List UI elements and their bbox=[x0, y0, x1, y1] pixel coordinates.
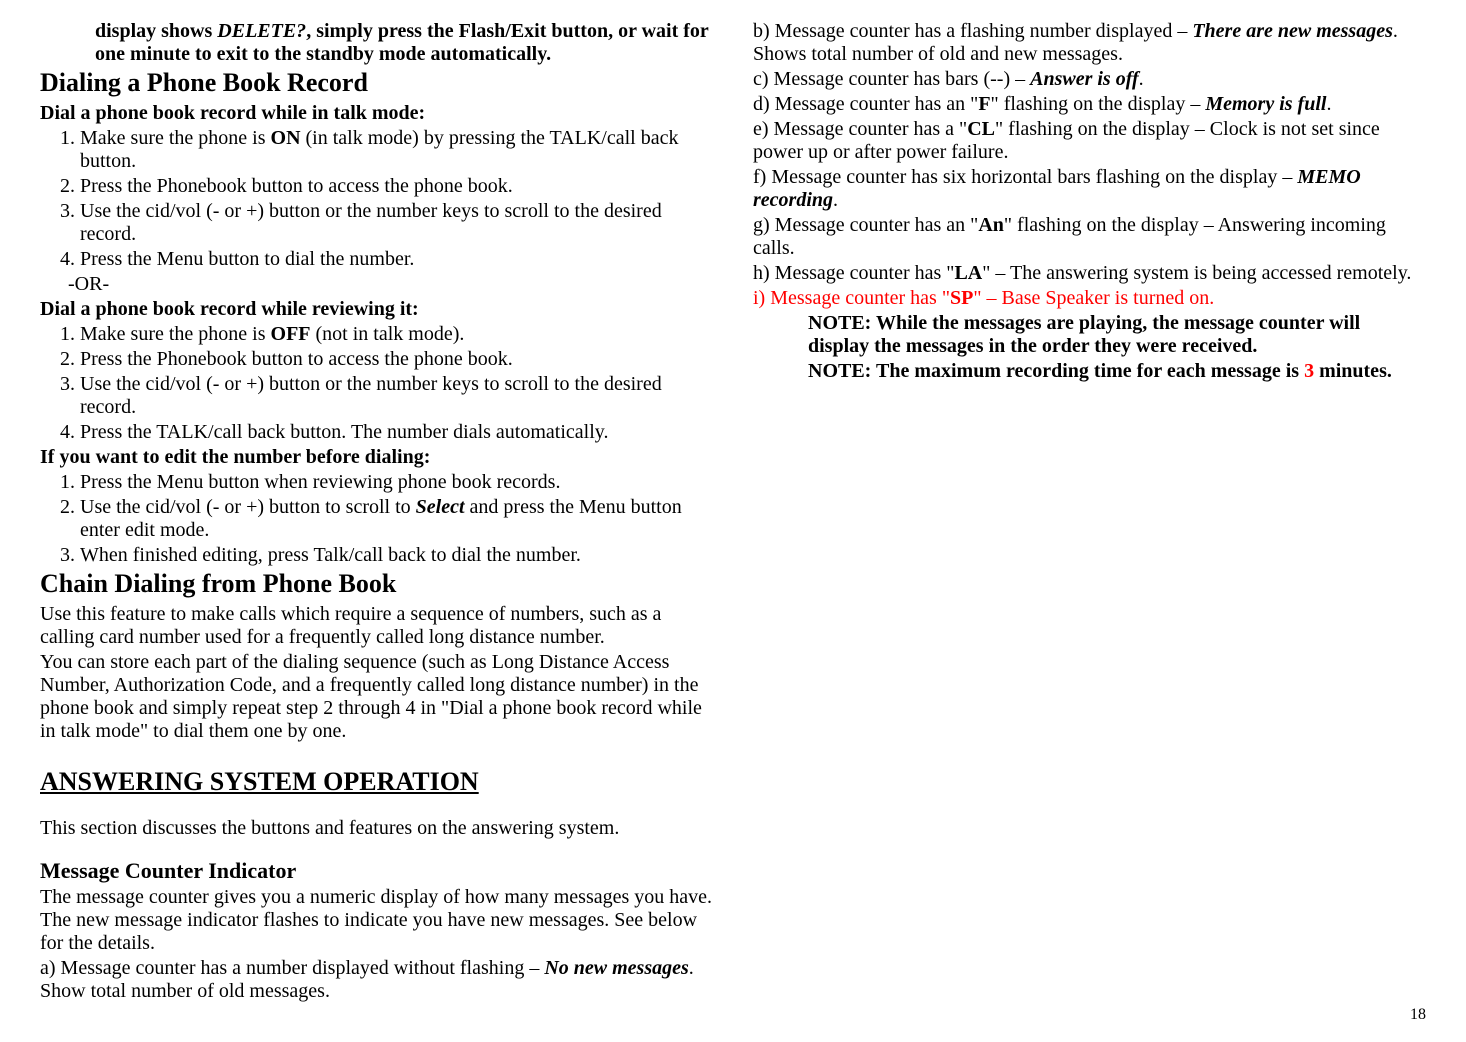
list-item: Make sure the phone is ON (in talk mode)… bbox=[80, 127, 713, 173]
counter-d: d) Message counter has an "F" flashing o… bbox=[753, 93, 1426, 116]
chain-p2: You can store each part of the dialing s… bbox=[40, 651, 713, 743]
heading-dialing-phonebook: Dialing a Phone Book Record bbox=[40, 68, 713, 98]
counter-a: a) Message counter has a number displaye… bbox=[40, 957, 713, 1003]
list-item: Use the cid/vol (- or +) button or the n… bbox=[80, 373, 713, 419]
list-item: Press the Menu button when reviewing pho… bbox=[80, 471, 713, 494]
list-reviewing: Make sure the phone is OFF (not in talk … bbox=[40, 323, 713, 444]
list-item: Use the cid/vol (- or +) button or the n… bbox=[80, 200, 713, 246]
sub-reviewing: Dial a phone book record while reviewing… bbox=[40, 298, 713, 321]
list-item: Press the Phonebook button to access the… bbox=[80, 175, 713, 198]
or-divider: -OR- bbox=[68, 273, 713, 296]
sub-edit-before-dial: If you want to edit the number before di… bbox=[40, 446, 713, 469]
heading-message-counter: Message Counter Indicator bbox=[40, 858, 713, 884]
counter-f: f) Message counter has six horizontal ba… bbox=[753, 166, 1426, 212]
page-number: 18 bbox=[1410, 1006, 1426, 1024]
list-item: Use the cid/vol (- or +) button to scrol… bbox=[80, 496, 713, 542]
sub-talk-mode: Dial a phone book record while in talk m… bbox=[40, 102, 713, 125]
counter-e: e) Message counter has a "CL" flashing o… bbox=[753, 118, 1426, 164]
heading-chain-dialing: Chain Dialing from Phone Book bbox=[40, 569, 713, 599]
chain-p1: Use this feature to make calls which req… bbox=[40, 603, 713, 649]
list-talk-mode: Make sure the phone is ON (in talk mode)… bbox=[40, 127, 713, 271]
list-item: Press the Menu button to dial the number… bbox=[80, 248, 713, 271]
continuation-text: display shows DELETE?, simply press the … bbox=[95, 20, 713, 66]
counter-c: c) Message counter has bars (--) – Answe… bbox=[753, 68, 1426, 91]
list-item: Press the TALK/call back button. The num… bbox=[80, 421, 713, 444]
counter-b: b) Message counter has a flashing number… bbox=[753, 20, 1426, 66]
note-playback-order: NOTE: While the messages are playing, th… bbox=[808, 312, 1426, 358]
list-item: Make sure the phone is OFF (not in talk … bbox=[80, 323, 713, 346]
note-max-recording: NOTE: The maximum recording time for eac… bbox=[808, 360, 1426, 383]
heading-answering-system: ANSWERING SYSTEM OPERATION bbox=[40, 767, 713, 797]
counter-h: h) Message counter has "LA" – The answer… bbox=[753, 262, 1426, 285]
answer-intro: This section discusses the buttons and f… bbox=[40, 817, 713, 840]
counter-i: i) Message counter has "SP" – Base Speak… bbox=[753, 287, 1426, 310]
list-item: When finished editing, press Talk/call b… bbox=[80, 544, 713, 567]
counter-intro: The message counter gives you a numeric … bbox=[40, 886, 713, 955]
counter-g: g) Message counter has an "An" flashing … bbox=[753, 214, 1426, 260]
list-item: Press the Phonebook button to access the… bbox=[80, 348, 713, 371]
list-edit: Press the Menu button when reviewing pho… bbox=[40, 471, 713, 567]
